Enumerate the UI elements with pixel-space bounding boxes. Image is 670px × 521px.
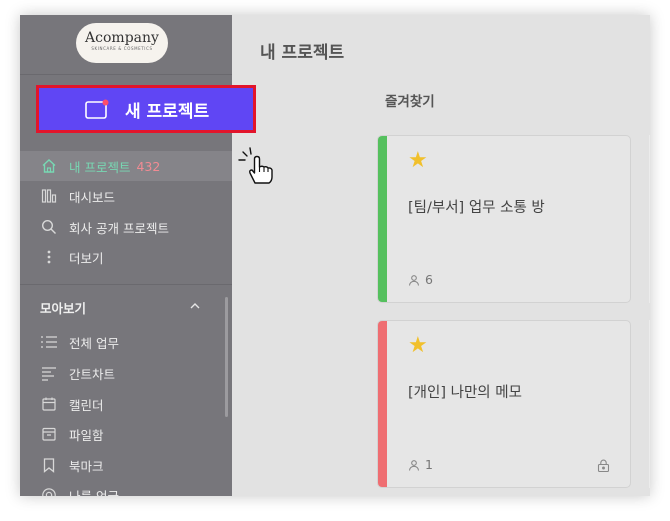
project-color-stripe — [378, 321, 387, 487]
sidebar-item-my-projects[interactable]: 내 프로젝트 432 — [20, 151, 232, 181]
logo-name: Acompany — [85, 30, 159, 46]
dashboard-icon — [40, 187, 58, 205]
project-color-stripe — [378, 136, 387, 302]
sidebar-item-public-projects[interactable]: 회사 공개 프로젝트 — [20, 212, 232, 242]
new-project-icon — [85, 99, 109, 119]
logo-tagline: SKINCARE & COSMETICS — [91, 46, 153, 51]
sidebar-item-mentions[interactable]: 나를 언급 — [20, 480, 232, 496]
star-icon[interactable]: ★ — [408, 335, 428, 357]
divider — [20, 284, 232, 285]
main-content: 내 프로젝트 즐겨찾기 ★ [팀/부서] 업무 소통 방 6 ★ [개인] 나만… — [232, 15, 650, 496]
archive-icon — [40, 425, 58, 443]
person-icon — [408, 274, 420, 286]
sidebar-item-calendar[interactable]: 캘린더 — [20, 389, 232, 419]
bookmark-icon — [40, 456, 58, 474]
lock-icon — [597, 457, 610, 476]
project-count-badge: 432 — [136, 158, 161, 174]
project-card[interactable]: ★ [개인] 나만의 메모 1 — [377, 320, 631, 488]
sidebar-item-label: 더보기 — [69, 250, 104, 266]
next-card-edge — [649, 320, 650, 488]
project-card-title: [개인] 나만의 메모 — [408, 385, 522, 401]
chevron-up-icon[interactable] — [188, 298, 202, 312]
new-project-label: 새 프로젝트 — [125, 101, 210, 122]
home-icon — [40, 157, 58, 175]
sidebar-item-all-tasks[interactable]: 전체 업무 — [20, 327, 232, 357]
company-logo[interactable]: Acompany SKINCARE & COSMETICS — [76, 23, 168, 63]
page-title: 내 프로젝트 — [260, 43, 345, 63]
sidebar-item-label: 캘린더 — [69, 397, 104, 413]
search-icon — [40, 218, 58, 236]
project-card[interactable]: ★ [팀/부서] 업무 소통 방 6 — [377, 135, 631, 303]
sidebar-item-label: 대시보드 — [69, 189, 116, 205]
sidebar-item-bookmark[interactable]: 북마크 — [20, 450, 232, 480]
app-window: Acompany SKINCARE & COSMETICS 내 프로젝트 432… — [20, 15, 650, 496]
gantt-icon — [40, 364, 58, 382]
sidebar-item-label: 나를 언급 — [69, 488, 119, 497]
project-card-title: [팀/부서] 업무 소통 방 — [408, 200, 545, 216]
divider — [20, 74, 232, 75]
collection-section-title: 모아보기 — [40, 301, 87, 316]
sidebar-item-label: 간트차트 — [69, 366, 116, 382]
sidebar-item-label: 내 프로젝트 — [69, 159, 131, 175]
more-vertical-icon — [40, 248, 58, 266]
sidebar-item-gantt[interactable]: 간트차트 — [20, 358, 232, 388]
new-project-button[interactable]: 새 프로젝트 — [36, 85, 256, 133]
sidebar-item-files[interactable]: 파일함 — [20, 419, 232, 449]
member-count: 1 — [408, 457, 433, 472]
member-count-value: 1 — [425, 457, 433, 472]
mention-icon — [40, 486, 58, 496]
sidebar-item-label: 전체 업무 — [69, 335, 119, 351]
member-count-value: 6 — [425, 272, 433, 287]
sidebar-item-label: 회사 공개 프로젝트 — [69, 220, 169, 236]
member-count: 6 — [408, 272, 433, 287]
calendar-icon — [40, 395, 58, 413]
favorites-heading: 즐겨찾기 — [385, 94, 435, 110]
pointer-cursor-icon — [236, 143, 280, 191]
star-icon[interactable]: ★ — [408, 150, 428, 172]
sidebar-item-more[interactable]: 더보기 — [20, 242, 232, 272]
sidebar-item-label: 북마크 — [69, 458, 104, 474]
next-card-edge — [649, 135, 650, 303]
sidebar-item-dashboard[interactable]: 대시보드 — [20, 181, 232, 211]
sidebar-item-label: 파일함 — [69, 427, 104, 443]
list-icon — [40, 333, 58, 351]
person-icon — [408, 459, 420, 471]
